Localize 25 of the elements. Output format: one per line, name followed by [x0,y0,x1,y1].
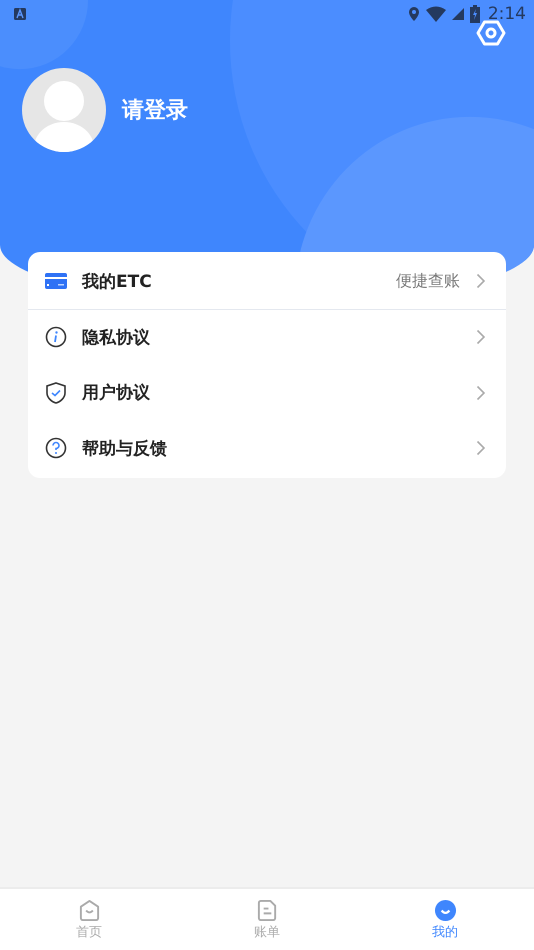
notification-icon [14,8,26,20]
menu-label: 隐私协议 [82,326,151,349]
chevron-icon [476,440,486,456]
chevron-icon [476,384,486,401]
avatar[interactable] [22,68,106,152]
help-icon [45,437,67,460]
menu-hint: 便捷查账 [396,270,460,292]
chevron-icon [476,273,486,290]
menu-item[interactable]: 隐私协议 [28,310,506,365]
menu-label: 我的ETC [82,270,153,293]
menu-item[interactable]: 用户协议 [28,365,506,420]
chevron-icon [476,329,486,346]
status-time: 2:14 [488,4,526,24]
menu-label: 帮助与反馈 [82,438,168,460]
menu-item[interactable]: 帮助与反馈 [28,420,506,476]
home-icon [78,899,100,922]
smile-icon [434,899,456,922]
menu-label: 用户协议 [82,382,151,404]
wifi-icon [426,6,446,22]
info-icon [45,326,67,348]
document-icon [256,899,278,922]
signal-icon [452,6,464,22]
location-icon [408,6,420,22]
shield-icon [45,382,67,404]
settings-icon[interactable] [476,18,506,48]
